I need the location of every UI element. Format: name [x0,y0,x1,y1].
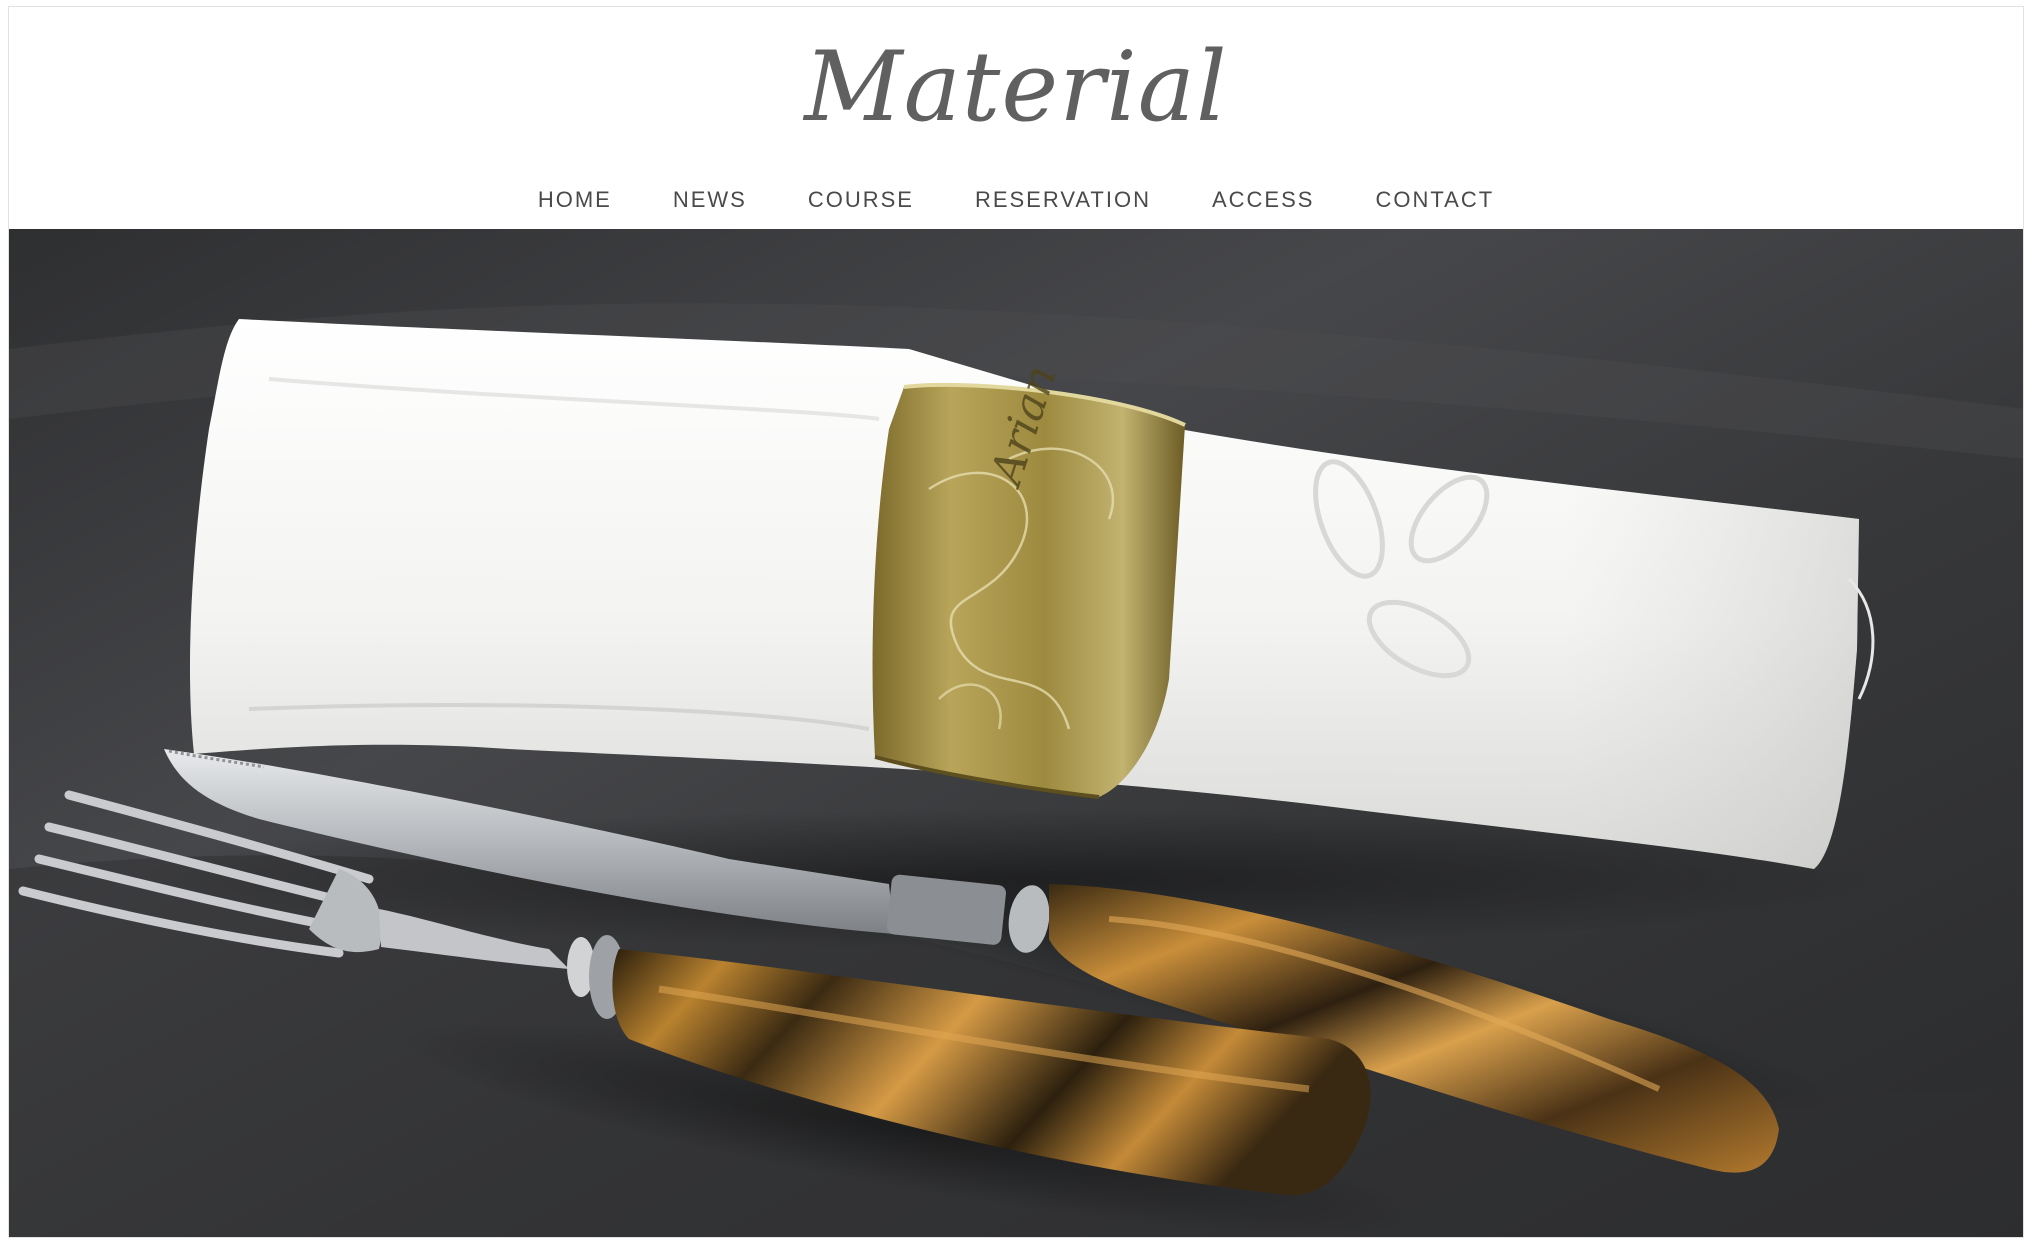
page-frame: Material HOME NEWS COURSE RESERVATION AC… [8,6,2024,1238]
site-header: Material HOME NEWS COURSE RESERVATION AC… [9,7,2023,229]
nav-item-access[interactable]: ACCESS [1212,183,1314,217]
nav-item-news[interactable]: NEWS [673,183,747,217]
hero-image: Arian [9,229,2023,1237]
nav-item-reservation[interactable]: RESERVATION [975,183,1151,217]
nav-item-contact[interactable]: CONTACT [1375,183,1494,217]
main-nav: HOME NEWS COURSE RESERVATION ACCESS CONT… [9,183,2023,217]
nav-item-course[interactable]: COURSE [808,183,914,217]
hero-illustration: Arian [9,229,2023,1237]
site-logo[interactable]: Material [9,27,2023,147]
nav-item-home[interactable]: HOME [538,183,612,217]
napkin-ring: Arian [872,359,1186,799]
